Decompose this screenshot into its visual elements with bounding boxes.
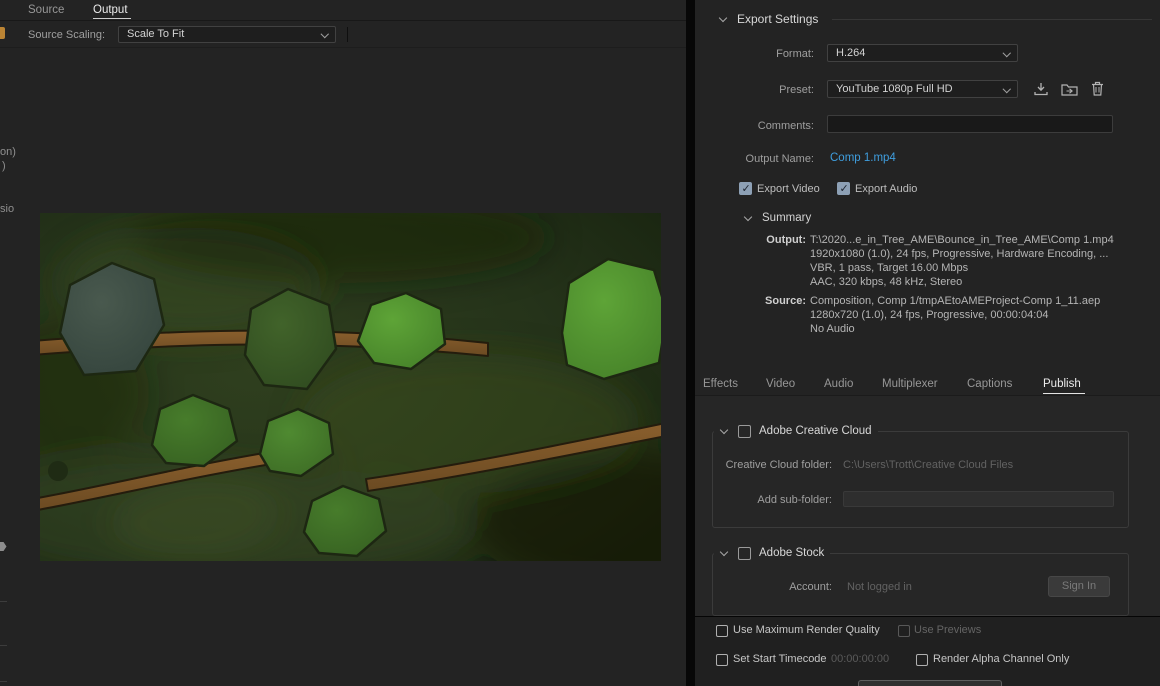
clipped-text-fragment: on) [0,146,16,158]
comments-input[interactable] [827,115,1113,133]
save-preset-icon[interactable] [1033,82,1049,96]
set-start-timecode-checkbox[interactable] [716,654,728,666]
subfolder-input [843,491,1114,507]
tab-effects[interactable]: Effects [703,378,738,390]
clipped-icon-fragment [0,540,7,553]
adobe-stock-group-header: Adobe Stock [714,545,830,561]
format-dropdown[interactable]: H.264 [827,44,1018,62]
clipped-ui-fragment [0,645,7,646]
set-start-timecode-label: Set Start Timecode [733,653,827,665]
adobe-stock-checkbox[interactable] [738,547,751,560]
summary-source-label: Source: [694,295,806,307]
scaling-row-divider [0,47,686,48]
output-name-link[interactable]: Comp 1.mp4 [830,152,896,164]
source-scaling-value: Scale To Fit [127,28,184,40]
import-preset-icon[interactable] [1061,82,1078,96]
clipped-button-fragment [858,680,1002,686]
clipped-text-fragment: sio [0,203,14,215]
export-settings-title: Export Settings [737,12,818,26]
source-scaling-label: Source Scaling: [28,29,105,41]
summary-source-line: 1280x720 (1.0), 24 fps, Progressive, 00:… [810,309,1049,321]
cc-folder-label: Creative Cloud folder: [694,459,832,471]
clipped-icon-fragment [0,27,5,39]
tab-publish[interactable]: Publish [1043,378,1081,390]
tab-output-underline [93,18,131,19]
creative-cloud-checkbox[interactable] [738,425,751,438]
tab-multiplexer[interactable]: Multiplexer [882,378,938,390]
preview-image [40,213,661,561]
preset-label: Preset: [694,84,814,96]
output-name-label: Output Name: [694,153,814,165]
chevron-down-icon [321,30,330,39]
creative-cloud-label: Adobe Creative Cloud [759,425,872,437]
chevron-down-icon [1003,49,1012,58]
use-previews-label: Use Previews [914,624,981,636]
tab-video[interactable]: Video [766,378,795,390]
clipped-ui-fragment [0,681,7,682]
tab-output[interactable]: Output [93,4,128,16]
adobe-stock-label: Adobe Stock [759,547,824,559]
creative-cloud-group [712,431,1129,528]
chevron-down-icon[interactable] [720,548,730,558]
subfolder-label: Add sub-folder: [694,494,832,506]
comments-label: Comments: [694,120,814,132]
export-audio-label: Export Audio [855,183,917,195]
max-render-quality-label: Use Maximum Render Quality [733,624,880,636]
tab-publish-underline [1043,393,1085,394]
chevron-down-icon[interactable] [720,426,730,436]
toolbar-separator [347,27,348,42]
export-video-label: Export Video [757,183,820,195]
use-previews-checkbox [898,625,910,637]
summary-output-line: T:\2020...e_in_Tree_AME\Bounce_in_Tree_A… [810,234,1114,246]
export-video-checkbox[interactable] [739,182,752,195]
render-alpha-checkbox[interactable] [916,654,928,666]
export-settings-rule [832,19,1152,20]
chevron-down-icon[interactable] [719,14,729,24]
format-value: H.264 [836,47,865,59]
summary-output-label: Output: [694,234,806,246]
render-alpha-label: Render Alpha Channel Only [933,653,1069,665]
clipped-text-fragment: ) [2,160,6,172]
summary-title: Summary [762,212,811,224]
max-render-quality-checkbox[interactable] [716,625,728,637]
export-audio-checkbox[interactable] [837,182,850,195]
preset-dropdown[interactable]: YouTube 1080p Full HD [827,80,1018,98]
format-label: Format: [694,48,814,60]
tab-audio[interactable]: Audio [824,378,853,390]
cc-folder-value: C:\Users\Trott\Creative Cloud Files [843,459,1013,471]
summary-output-line: 1920x1080 (1.0), 24 fps, Progressive, Ha… [810,248,1108,260]
left-tabbar-divider [0,20,686,21]
summary-output-line: VBR, 1 pass, Target 16.00 Mbps [810,262,968,274]
creative-cloud-group-header: Adobe Creative Cloud [714,423,878,439]
media-encoder-export-window: Source Output Source Scaling: Scale To F… [0,0,1160,686]
tab-source[interactable]: Source [28,4,64,16]
summary-source-line: No Audio [810,323,855,335]
chevron-down-icon[interactable] [744,213,754,223]
source-scaling-dropdown[interactable]: Scale To Fit [118,26,336,43]
summary-source-line: Composition, Comp 1/tmpAEtoAMEProject-Co… [810,295,1100,307]
account-value: Not logged in [847,581,912,593]
clipped-ui-fragment [0,601,7,602]
tab-captions[interactable]: Captions [967,378,1012,390]
start-timecode-value: 00:00:00:00 [831,653,889,665]
summary-output-line: AAC, 320 kbps, 48 kHz, Stereo [810,276,962,288]
preset-value: YouTube 1080p Full HD [836,83,953,95]
delete-preset-icon[interactable] [1091,81,1104,96]
chevron-down-icon [1003,85,1012,94]
sign-in-button[interactable]: Sign In [1048,576,1110,597]
account-label: Account: [694,581,832,593]
